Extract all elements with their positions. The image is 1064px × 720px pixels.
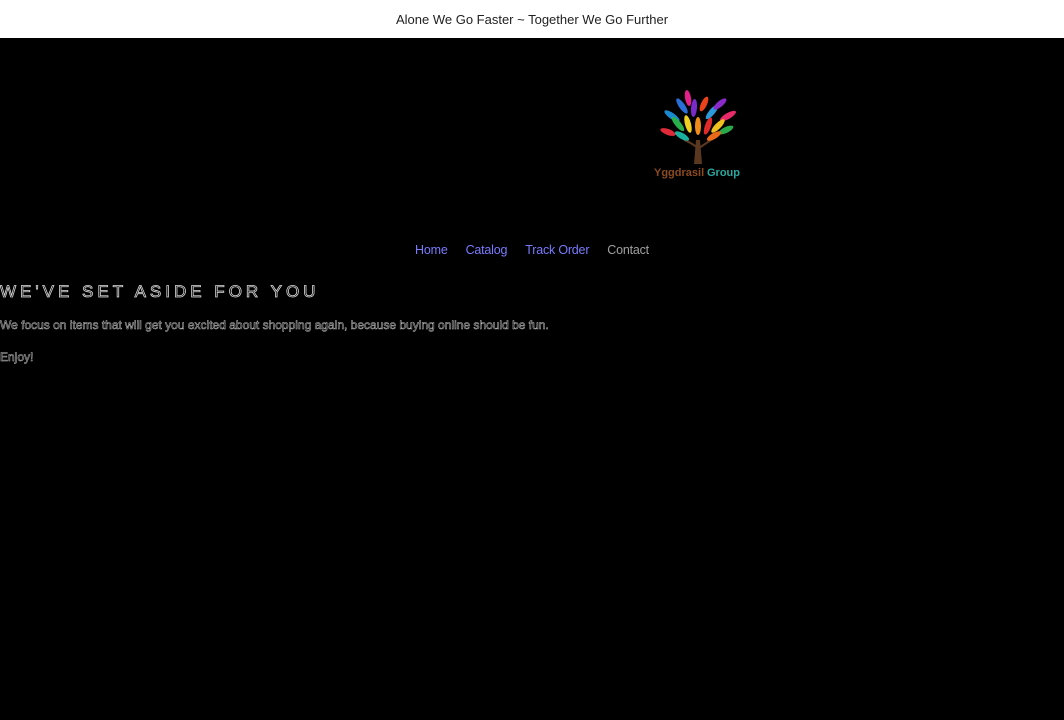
nav-catalog-link[interactable]: Catalog bbox=[466, 243, 508, 257]
enjoy-paragraph: Enjoy! bbox=[0, 350, 34, 365]
nav-home-link[interactable]: Home bbox=[415, 243, 448, 257]
announcement-bar: Alone We Go Faster ~ Together We Go Furt… bbox=[0, 0, 1064, 38]
svg-text:Group: Group bbox=[707, 167, 740, 179]
announcement-text: Alone We Go Faster ~ Together We Go Furt… bbox=[395, 11, 669, 27]
svg-text:Yggdrasil: Yggdrasil bbox=[654, 167, 704, 179]
site-logo[interactable]: Yggdrasil Group bbox=[648, 90, 752, 182]
page-headline: WE'VE SET ASIDE FOR YOU bbox=[0, 282, 320, 302]
nav-contact-link[interactable]: Contact bbox=[607, 243, 649, 257]
main-nav: Home Catalog Track Order Contact bbox=[0, 243, 1064, 257]
nav-track-order-link[interactable]: Track Order bbox=[525, 243, 589, 257]
tree-logo-icon: Yggdrasil Group bbox=[654, 90, 740, 179]
intro-paragraph: We focus on items that will get you exci… bbox=[0, 318, 549, 333]
